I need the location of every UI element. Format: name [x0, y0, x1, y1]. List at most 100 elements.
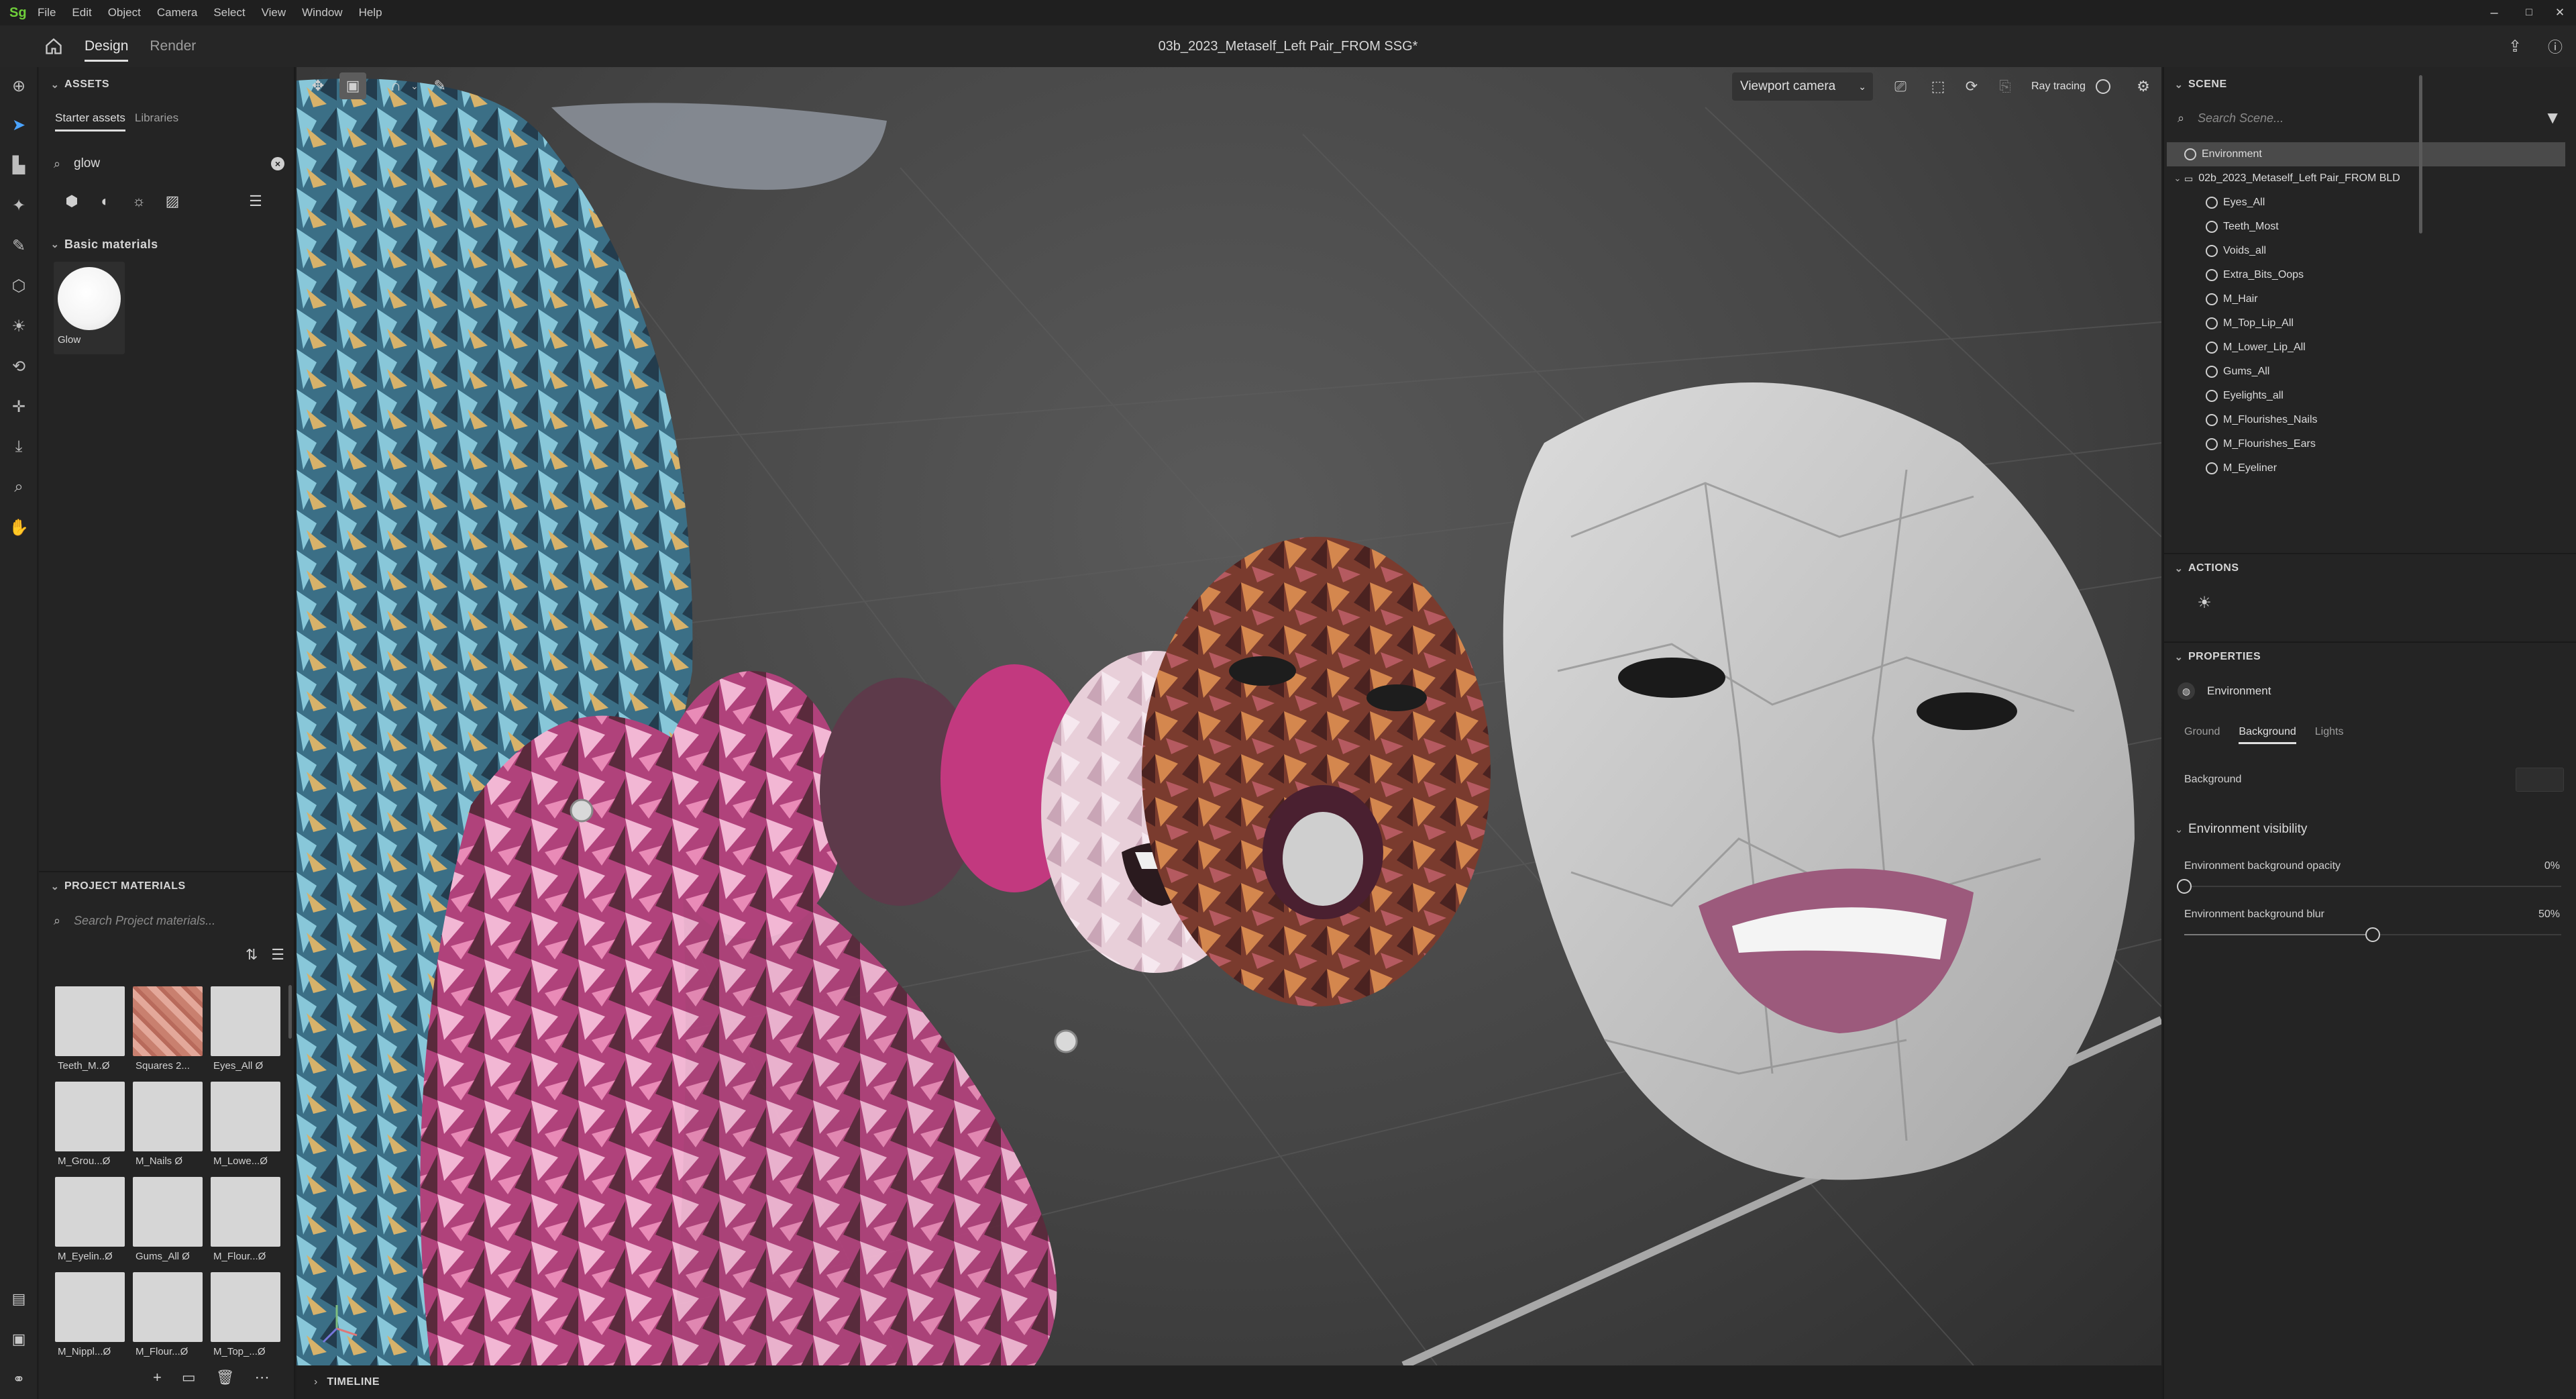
images-filter-icon[interactable]: ▨	[156, 188, 189, 215]
render-settings-button[interactable]: ⚙	[2132, 75, 2155, 98]
environment-visibility-header[interactable]: ⌄ Environment visibility	[2164, 816, 2576, 843]
project-material-tile[interactable]: M_Flour...Ø	[211, 1177, 280, 1265]
ray-tracing-toggle[interactable]	[2096, 79, 2110, 94]
project-material-tile[interactable]: M_Flour...Ø	[133, 1272, 203, 1361]
tab-background[interactable]: Background	[2239, 726, 2297, 744]
menu-help[interactable]: Help	[351, 6, 390, 19]
project-material-tile[interactable]: M_Grou...Ø	[55, 1082, 125, 1170]
help-button[interactable]: ⓘ	[2544, 35, 2567, 58]
object-tool[interactable]: ⬡	[5, 272, 32, 299]
scene-search[interactable]: ⌕ Search Scene...	[2178, 105, 2553, 132]
lights-filter-icon[interactable]: ☼	[122, 188, 156, 215]
opacity-slider-thumb[interactable]	[2177, 879, 2192, 894]
align-tool[interactable]: ▙	[5, 152, 32, 178]
scene-tree-item[interactable]: M_Top_Lip_All	[2167, 311, 2565, 335]
project-material-tile[interactable]: M_Top_...Ø	[211, 1272, 280, 1361]
timeline-bar[interactable]: › TIMELINE	[297, 1365, 2161, 1399]
select-tool[interactable]: ➤	[5, 111, 32, 138]
more-options-icon[interactable]: ⋯	[255, 1369, 270, 1386]
drop-tool[interactable]: ⤓	[5, 433, 32, 460]
transform-button[interactable]: ✥	[305, 72, 331, 99]
menu-edit[interactable]: Edit	[64, 6, 99, 19]
project-materials-search-input[interactable]: Search Project materials...	[74, 914, 215, 928]
add-material-icon[interactable]: +	[153, 1369, 162, 1386]
project-materials-scrollbar[interactable]	[288, 985, 292, 1039]
scene-tree-item[interactable]: Gums_All	[2167, 360, 2565, 384]
menu-view[interactable]: View	[254, 6, 294, 19]
blur-slider[interactable]	[2184, 927, 2561, 942]
magic-wand-tool[interactable]: ✦	[5, 192, 32, 219]
graph-button[interactable]: ⚭	[5, 1366, 32, 1393]
project-material-tile[interactable]: M_Eyelin..Ø	[55, 1177, 125, 1265]
materials-filter-icon[interactable]: ◐	[89, 188, 122, 215]
models-filter-icon[interactable]: ⬢	[55, 188, 89, 215]
scene-tree-item[interactable]: Teeth_Most	[2167, 215, 2565, 239]
scene-tree-item[interactable]: M_Eyeliner	[2167, 456, 2565, 480]
camera-orbit-button[interactable]: ⟳	[1960, 75, 1983, 98]
tab-ground[interactable]: Ground	[2184, 726, 2220, 744]
eyedropper-tool[interactable]: ✎	[5, 232, 32, 259]
list-view-icon[interactable]: ☰	[271, 946, 284, 964]
delete-icon[interactable]: 🗑	[216, 1369, 235, 1386]
dropper-button[interactable]: ✎	[427, 72, 453, 99]
camera-frame-button[interactable]: ⬚	[1927, 75, 1949, 98]
tab-design[interactable]: Design	[74, 25, 139, 67]
archive-button[interactable]: ▤	[5, 1286, 32, 1312]
scene-section-header[interactable]: ⌄ SCENE	[2164, 70, 2576, 99]
scene-tree-item[interactable]: Voids_all	[2167, 239, 2565, 263]
camera-disabled-button[interactable]: ⎘	[1994, 75, 2017, 98]
close-window-button[interactable]: ✕	[2541, 0, 2576, 25]
scene-search-input[interactable]: Search Scene...	[2198, 111, 2284, 125]
project-materials-search[interactable]: ⌕ Search Project materials...	[54, 907, 284, 934]
folder-icon[interactable]: ▭	[182, 1369, 196, 1386]
project-material-tile[interactable]: Eyes_All Ø	[211, 986, 280, 1075]
material-tile-glow[interactable]: Glow	[54, 262, 125, 354]
3d-viewport[interactable]: ✥ ▣ ∩ ⌄ ✎ Viewport camera ⌄ ⎚ ⬚ ⟳ ⎘ Ray …	[297, 67, 2161, 1365]
assets-search[interactable]: ⌕ glow ×	[54, 150, 284, 177]
basic-materials-header[interactable]: ⌄ Basic materials	[39, 229, 294, 259]
tab-libraries[interactable]: Libraries	[135, 111, 178, 132]
tab-starter-assets[interactable]: Starter assets	[55, 111, 125, 132]
scene-tree-item[interactable]: Extra_Bits_Oops	[2167, 263, 2565, 287]
action-button[interactable]: ☀	[2191, 589, 2218, 616]
pan-tool[interactable]: ✋	[5, 514, 32, 541]
actions-section-header[interactable]: ⌄ ACTIONS	[2164, 553, 2576, 582]
scene-tree-item[interactable]: Eyelights_all	[2167, 384, 2565, 408]
chevron-down-icon[interactable]: ⌄	[411, 81, 419, 92]
project-materials-header[interactable]: ⌄ PROJECT MATERIALS	[39, 871, 294, 900]
magnet-snap-button[interactable]: ∩	[382, 72, 409, 99]
scene-tree-item[interactable]: ⌄ ▭ 02b_2023_Metaself_Left Pair_FROM BLD	[2167, 166, 2565, 191]
menu-select[interactable]: Select	[205, 6, 253, 19]
assets-panel-button[interactable]: ▣	[5, 1326, 32, 1353]
tab-render[interactable]: Render	[139, 25, 207, 67]
chevron-down-icon[interactable]: ⌄	[2171, 173, 2184, 184]
orbit-tool[interactable]: ⟲	[5, 353, 32, 380]
project-material-tile[interactable]: M_Nippl...Ø	[55, 1272, 125, 1361]
assets-search-input[interactable]: glow	[74, 156, 100, 171]
project-material-tile[interactable]: Gums_All Ø	[133, 1177, 203, 1265]
scene-tree-item[interactable]: Environment	[2167, 142, 2565, 166]
blur-slider-thumb[interactable]	[2365, 927, 2380, 942]
scene-tree-scrollbar[interactable]	[2419, 75, 2422, 234]
home-button[interactable]	[34, 26, 74, 66]
clear-search-icon[interactable]: ×	[271, 157, 284, 170]
assets-section-header[interactable]: ⌄ ASSETS	[39, 70, 294, 99]
zoom-tool[interactable]: ⌕	[5, 474, 32, 501]
list-view-icon[interactable]: ☰	[239, 188, 272, 215]
snap-view-button[interactable]: ▣	[339, 72, 366, 99]
opacity-slider[interactable]	[2177, 879, 2561, 894]
share-button[interactable]: ⇪	[2504, 35, 2526, 58]
add-tool[interactable]: ⊕	[5, 72, 32, 99]
move-tool[interactable]: ✛	[5, 393, 32, 420]
project-material-tile[interactable]: Teeth_M..Ø	[55, 986, 125, 1075]
menu-file[interactable]: File	[30, 6, 64, 19]
camera-select[interactable]: Viewport camera ⌄	[1732, 72, 1873, 101]
minimize-button[interactable]: –	[2475, 0, 2513, 25]
menu-window[interactable]: Window	[294, 6, 350, 19]
project-material-tile[interactable]: M_Lowe...Ø	[211, 1082, 280, 1170]
menu-camera[interactable]: Camera	[149, 6, 205, 19]
camera-bookmark-button[interactable]: ⎚	[1889, 75, 1912, 98]
light-tool[interactable]: ☀	[5, 313, 32, 340]
project-material-tile[interactable]: Squares 2...	[133, 986, 203, 1075]
filter-icon[interactable]: ▼	[2544, 107, 2561, 128]
